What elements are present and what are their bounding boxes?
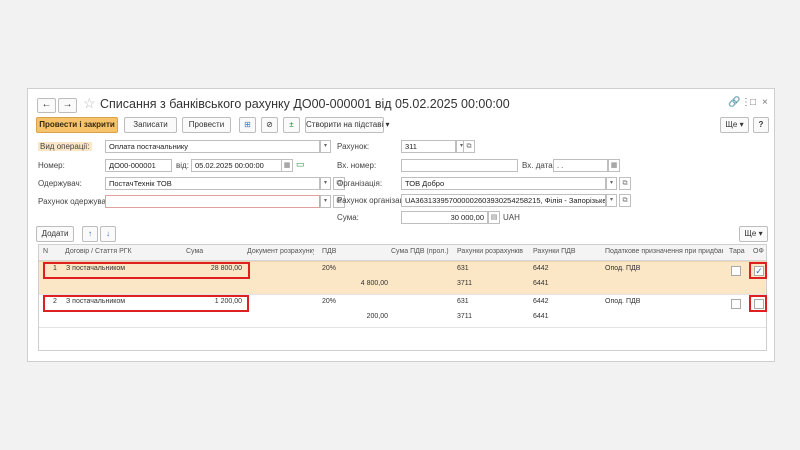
account-cell[interactable]: 631 [457,265,469,272]
highlight-box [749,295,767,312]
open-icon[interactable]: ⧉ [463,140,475,153]
calculator-icon[interactable]: ▤ [488,211,500,224]
tax-purpose-cell[interactable]: Опод. ПДВ [605,298,640,305]
in-date-label: Вх. дата: [522,161,555,170]
close-icon[interactable]: × [762,97,768,108]
open-icon[interactable]: ⧉ [619,177,631,190]
vat-account-cell[interactable]: 6442 [533,265,549,272]
attach-icon[interactable]: ⊘ [261,117,278,133]
sum-field[interactable]: 30 000,00 [401,211,488,224]
account-field[interactable]: 311 [401,140,456,153]
in-number-field[interactable] [401,159,518,172]
number-edit-icon[interactable]: ▭ [296,159,305,170]
vat-cell[interactable]: 20% [322,298,336,305]
org-account-label: Рахунок організації: [337,196,411,205]
header-sum[interactable]: Сума [186,248,241,255]
add-row-button[interactable]: Додати [36,226,74,242]
recipient-account-field[interactable] [105,195,320,208]
highlight-box [43,262,250,279]
row-divider [39,327,766,328]
org-account-field[interactable]: UA363133957000002603930254258215, Філія … [401,194,606,207]
save-button[interactable]: Записати [124,117,177,133]
chevron-down-icon[interactable]: ▾ [606,194,617,207]
header-vat-accounts[interactable]: Рахунки ПДВ [533,248,599,255]
header-tara[interactable]: Тара [729,248,747,255]
op-type-label: Вид операції: [38,142,92,151]
help-button[interactable]: ? [753,117,769,133]
op-type-select[interactable]: Оплата постачальнику [105,140,320,153]
number-field[interactable]: ДО00-000001 [105,159,172,172]
number-label: Номер: [38,161,65,170]
page-title: Списання з банківського рахунку ДО00-000… [100,97,510,111]
header-n[interactable]: N [43,248,59,255]
vat-sum-cell[interactable]: 200,00 [322,313,388,320]
header-of[interactable]: ОФ [753,248,765,255]
payments-table: N Договір / Стаття РГК Сума Документ роз… [38,244,767,351]
highlight-box [749,262,767,279]
forward-button[interactable]: → [58,98,77,113]
sum-label: Сума: [337,213,359,222]
chevron-down-icon[interactable]: ▾ [320,195,331,208]
back-button[interactable]: ← [37,98,56,113]
vat-sum-cell[interactable]: 4 800,00 [322,280,388,287]
currency-label: UAH [503,213,520,222]
link-icon[interactable]: 🔗 [728,97,740,108]
vat-account-cell[interactable]: 6442 [533,298,549,305]
post-button[interactable]: Провести [182,117,231,133]
in-date-field[interactable]: . . [553,159,608,172]
calendar-icon[interactable]: ▦ [608,159,620,172]
tara-checkbox[interactable] [731,299,741,309]
vat-account-cell[interactable]: 6441 [533,313,549,320]
calendar-icon[interactable]: ▦ [281,159,293,172]
dt-kt-icon[interactable]: ± [283,117,300,133]
org-label: Організація: [337,179,383,188]
date-field[interactable]: 05.02.2025 00:00:00 [191,159,282,172]
table-more-button[interactable]: Ще ▾ [739,226,768,242]
chevron-down-icon[interactable]: ▾ [606,177,617,190]
structure-icon[interactable]: ⊞ [239,117,256,133]
vat-account-cell[interactable]: 6441 [533,280,549,287]
header-vat[interactable]: ПДВ [322,248,382,255]
account-cell[interactable]: 631 [457,298,469,305]
maximize-icon[interactable]: □ [750,97,756,108]
header-tax-purpose[interactable]: Податкове призначення при придбанні [605,248,723,255]
open-icon[interactable]: ⧉ [619,194,631,207]
move-down-button[interactable]: ↓ [100,226,116,242]
tax-purpose-cell[interactable]: Опод. ПДВ [605,265,640,272]
vat-cell[interactable]: 20% [322,265,336,272]
highlight-box [43,295,249,312]
header-accounts[interactable]: Рахунки розрахунків [457,248,527,255]
header-vat-sum[interactable]: Сума ПДВ (прол.) [391,248,453,255]
chevron-down-icon[interactable]: ▾ [320,140,331,153]
header-doc[interactable]: Документ розрахунку [247,248,314,255]
account-cell[interactable]: 3711 [457,313,472,320]
account-label: Рахунок: [337,142,370,151]
chevron-down-icon[interactable]: ▾ [320,177,331,190]
org-field[interactable]: ТОВ Добро [401,177,606,190]
recipient-field[interactable]: ПостачТехнік ТОВ [105,177,320,190]
more-button[interactable]: Ще ▾ [720,117,749,133]
account-cell[interactable]: 3711 [457,280,472,287]
create-based-on-button[interactable]: Створити на підставі ▾ [305,117,390,133]
recipient-label: Одержувач: [38,179,82,188]
post-and-close-button[interactable]: Провести і закрити [36,117,118,133]
date-label: від: [176,161,189,170]
table-header: N Договір / Стаття РГК Сума Документ роз… [39,245,766,261]
favorite-star-icon[interactable]: ☆ [83,95,96,112]
header-contract[interactable]: Договір / Стаття РГК [65,248,180,255]
tara-checkbox[interactable] [731,266,741,276]
document-window: ← → ☆ Списання з банківського рахунку ДО… [27,88,775,362]
move-up-button[interactable]: ↑ [82,226,98,242]
in-number-label: Вх. номер: [337,161,377,170]
